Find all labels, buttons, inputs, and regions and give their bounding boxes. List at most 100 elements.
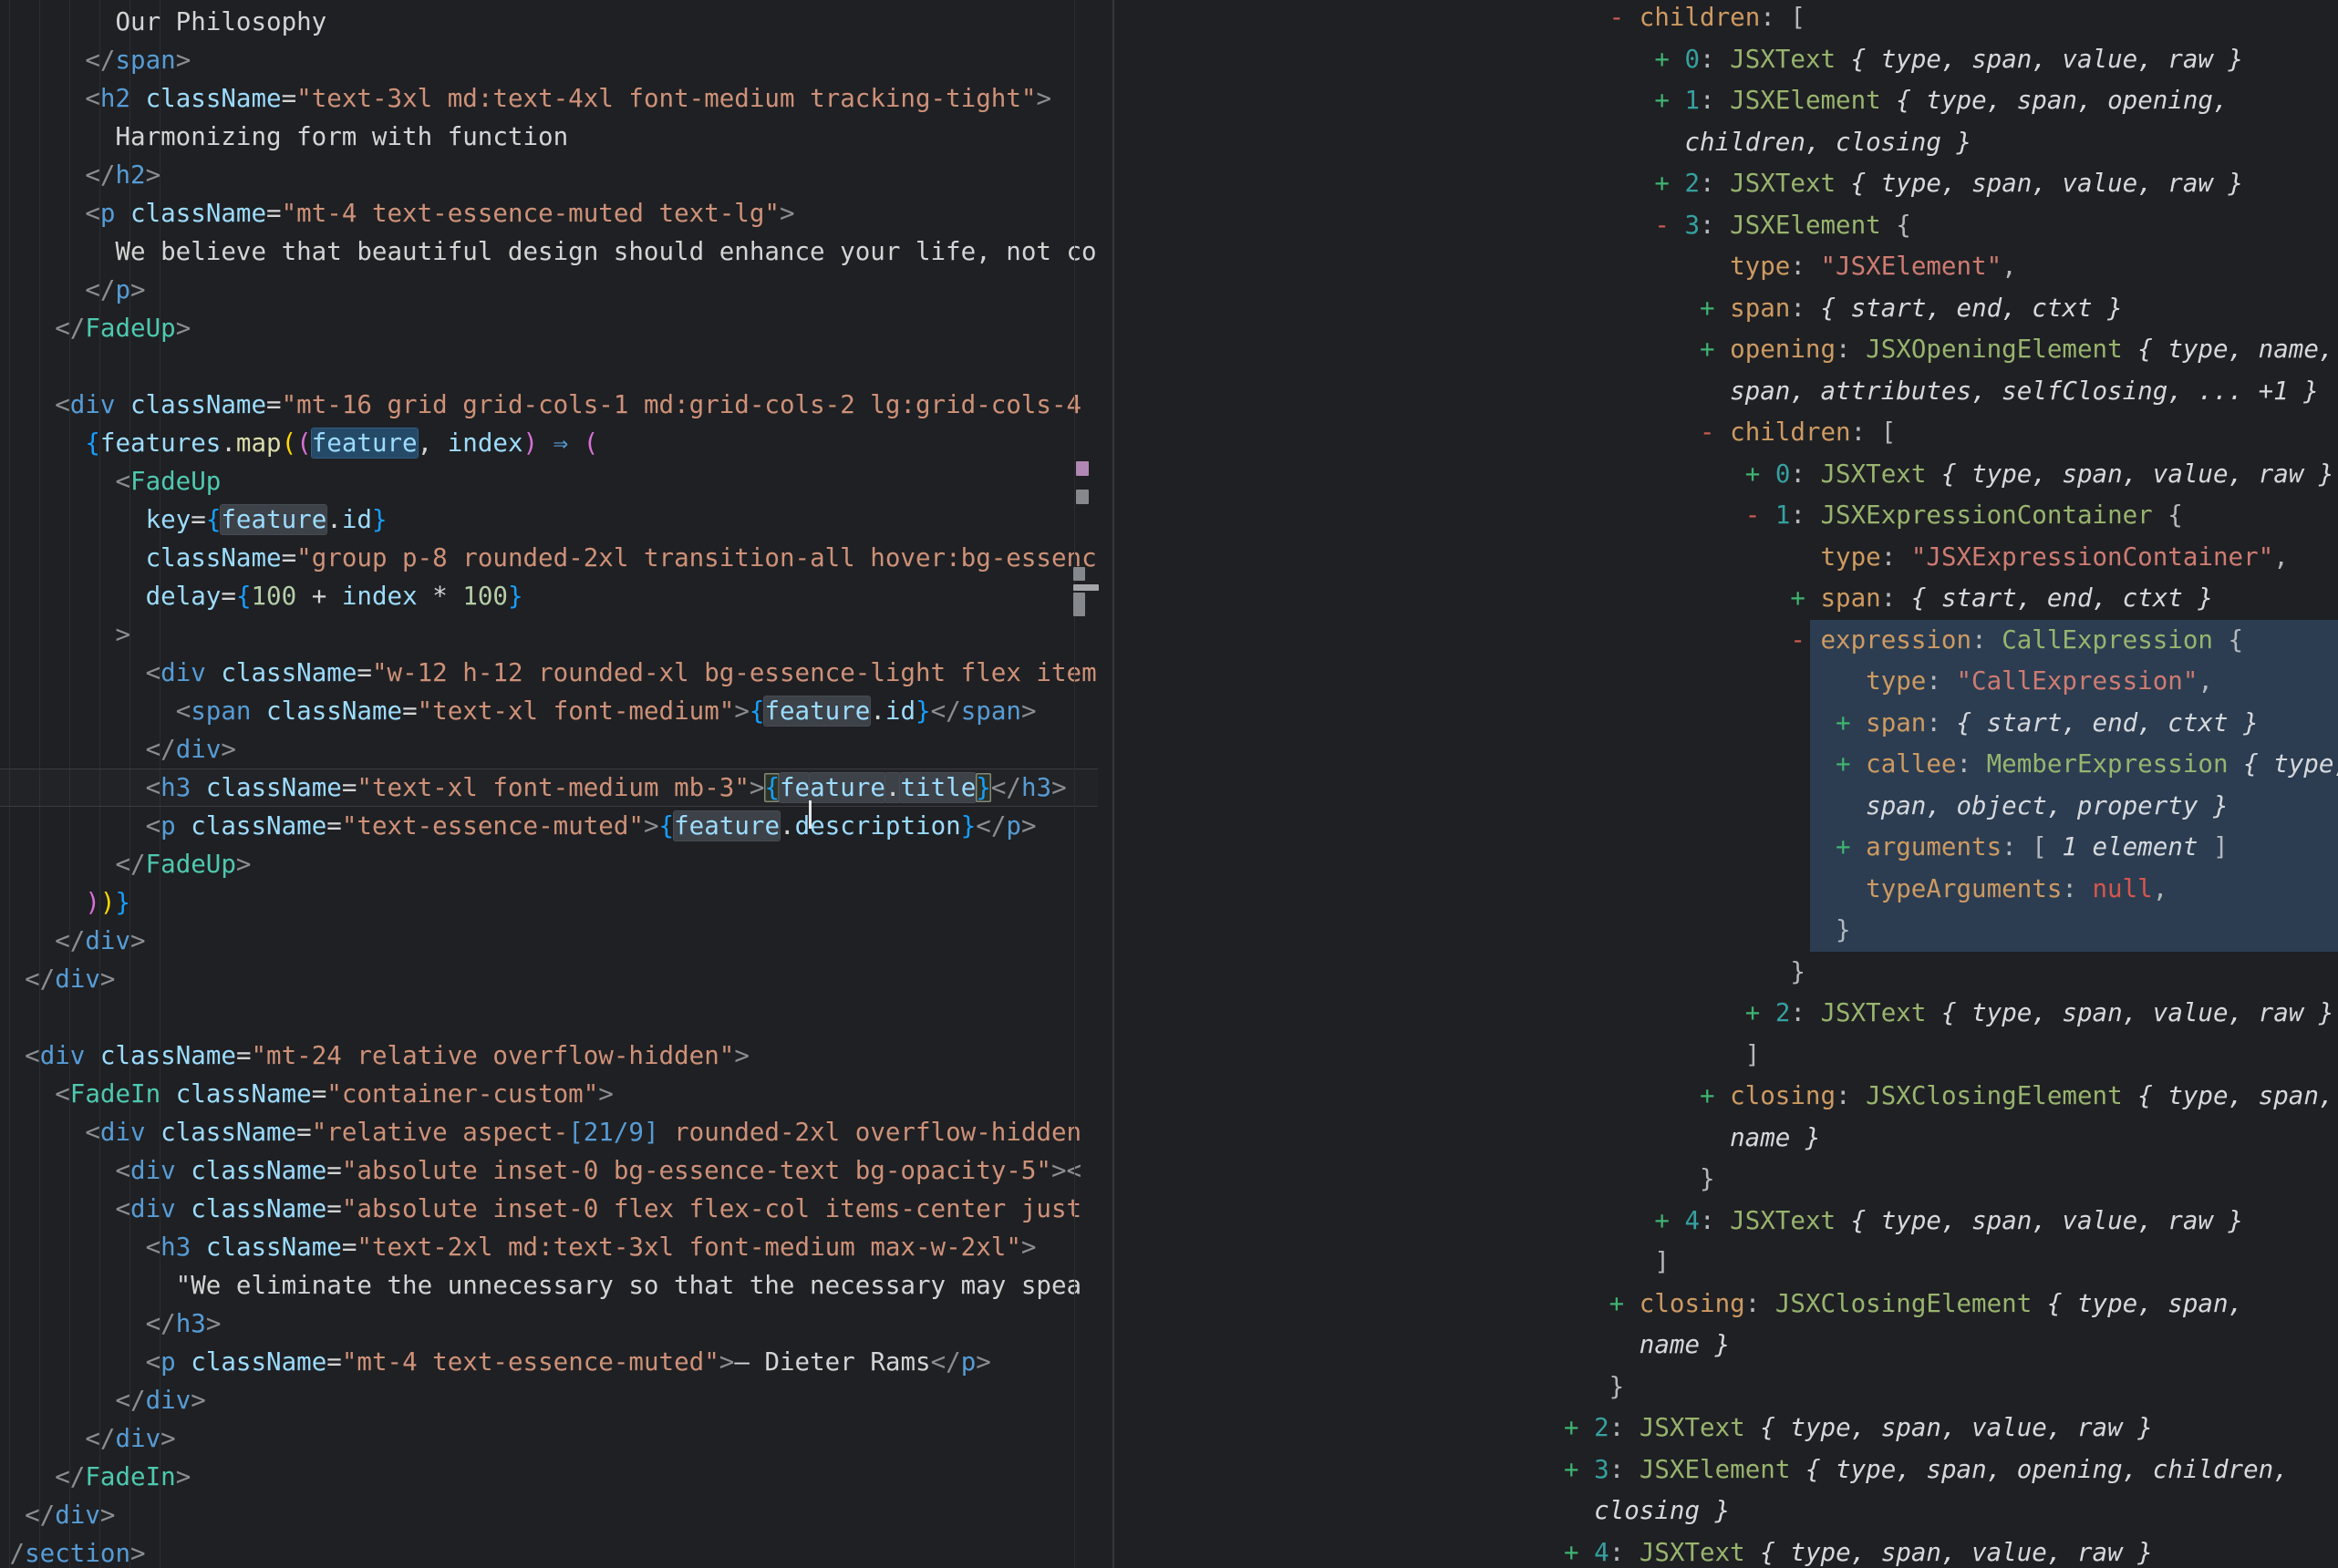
expand-toggle-icon[interactable]: + [1700, 335, 1715, 364]
ast-row[interactable]: - 1: JSXExpressionContainer { [1564, 495, 2338, 537]
code-line[interactable]: <div className="absolute inset-0 bg-esse… [0, 1151, 1098, 1190]
code-line[interactable]: </span> [0, 41, 1098, 79]
ast-row[interactable]: + opening: JSXOpeningElement { type, nam… [1564, 329, 2338, 371]
expand-toggle-icon[interactable]: + [1836, 749, 1851, 779]
collapse-toggle-icon[interactable]: - [1654, 211, 1670, 240]
code-line[interactable]: <h2 className="text-3xl md:text-4xl font… [0, 79, 1098, 118]
code-line[interactable]: </div> [0, 730, 1098, 769]
code-line[interactable]: <div className="mt-16 grid grid-cols-1 m… [0, 386, 1098, 424]
code-line[interactable]: </FadeUp> [0, 845, 1098, 883]
ast-row[interactable]: + closing: JSXClosingElement { type, spa… [1564, 1076, 2338, 1118]
ast-row[interactable]: - children: [ [1564, 412, 2338, 454]
code-line[interactable]: <p className="mt-4 text-essence-muted">—… [0, 1343, 1098, 1381]
ast-row[interactable]: typeArguments: null, [1564, 869, 2338, 911]
code-line-current[interactable]: <h3 className="text-xl font-medium mb-3"… [0, 769, 1098, 807]
code-line[interactable]: <div className="relative aspect-[21/9] r… [0, 1113, 1098, 1151]
code-line[interactable]: "We eliminate the unnecessary so that th… [0, 1266, 1098, 1305]
expand-toggle-icon[interactable]: + [1700, 1081, 1715, 1110]
code-line[interactable]: key={feature.id} [0, 500, 1098, 539]
code-line[interactable] [0, 347, 1098, 386]
code-line[interactable]: <p className="mt-4 text-essence-muted te… [0, 194, 1098, 232]
ast-row[interactable]: span, object, property } [1564, 786, 2338, 828]
code-line[interactable]: </div> [0, 922, 1098, 960]
code-line[interactable]: </h3> [0, 1305, 1098, 1343]
ast-row[interactable]: } [1564, 1159, 2338, 1201]
code-line[interactable]: </h2> [0, 156, 1098, 194]
ast-row[interactable]: } [1564, 952, 2338, 994]
ast-row[interactable]: - expression: CallExpression { [1564, 620, 2338, 662]
ast-row[interactable]: + 3: JSXElement { type, span, opening, c… [1564, 1449, 2338, 1491]
ast-row[interactable]: type: "CallExpression", [1564, 661, 2338, 703]
ast-row[interactable]: ] [1564, 1242, 2338, 1284]
ast-row[interactable]: + 2: JSXText { type, span, value, raw } [1564, 1408, 2338, 1449]
ast-row[interactable]: - children: [ [1564, 0, 2338, 39]
code-line[interactable]: <div className="absolute inset-0 flex fl… [0, 1190, 1098, 1228]
collapse-toggle-icon[interactable]: - [1745, 500, 1761, 530]
ast-row[interactable]: span, attributes, selfClosing, ... +1 } [1564, 371, 2338, 413]
collapse-toggle-icon[interactable]: - [1790, 625, 1805, 655]
ast-row[interactable]: + span: { start, end, ctxt } [1564, 703, 2338, 745]
code-line[interactable]: <div className="mt-24 relative overflow-… [0, 1037, 1098, 1075]
code-line[interactable]: delay={100 + index * 100} [0, 577, 1098, 615]
ast-row[interactable]: + closing: JSXClosingElement { type, spa… [1564, 1284, 2338, 1326]
code-line[interactable]: Our Philosophy [0, 3, 1098, 41]
ast-row[interactable]: + 0: JSXText { type, span, value, raw } [1564, 454, 2338, 496]
code-line[interactable]: </div> [0, 960, 1098, 998]
ast-row[interactable]: + 2: JSXText { type, span, value, raw } [1564, 993, 2338, 1035]
ast-row[interactable]: + arguments: [ 1 element ] [1564, 827, 2338, 869]
ast-row[interactable]: + 2: JSXText { type, span, value, raw } [1564, 163, 2338, 205]
ast-row[interactable]: + 0: JSXText { type, span, value, raw } [1564, 39, 2338, 81]
expand-toggle-icon[interactable]: + [1836, 832, 1851, 861]
code-line[interactable]: {features.map((feature, index) ⇒ ( [0, 424, 1098, 462]
ast-row[interactable]: - 3: JSXElement { [1564, 205, 2338, 247]
expand-toggle-icon[interactable]: + [1654, 86, 1670, 115]
expand-toggle-icon[interactable]: + [1654, 169, 1670, 198]
expand-toggle-icon[interactable]: + [1745, 998, 1761, 1027]
collapse-toggle-icon[interactable]: - [1609, 3, 1625, 32]
ast-row[interactable]: type: "JSXElement", [1564, 246, 2338, 288]
expand-toggle-icon[interactable]: + [1700, 294, 1715, 323]
code-line[interactable]: </FadeIn> [0, 1458, 1098, 1496]
code-line[interactable]: </p> [0, 271, 1098, 309]
expand-toggle-icon[interactable]: + [1564, 1413, 1579, 1442]
expand-toggle-icon[interactable]: + [1745, 459, 1761, 489]
ast-row[interactable]: + callee: MemberExpression { type, [1564, 744, 2338, 786]
code-line[interactable]: ))} [0, 883, 1098, 922]
code-line[interactable]: </FadeUp> [0, 309, 1098, 347]
expand-toggle-icon[interactable]: + [1564, 1538, 1579, 1567]
code-line[interactable]: /section> [0, 1534, 1098, 1568]
ast-tree-pane[interactable]: - children: [ + 0: JSXText { type, span,… [1116, 0, 2338, 1568]
ast-row[interactable]: ] [1564, 1035, 2338, 1077]
code-editor-pane[interactable]: Our Philosophy </span> <h2 className="te… [0, 0, 1098, 1568]
code-line[interactable]: <h3 className="text-2xl md:text-3xl font… [0, 1228, 1098, 1266]
expand-toggle-icon[interactable]: + [1654, 1206, 1670, 1235]
ast-row[interactable]: + span: { start, end, ctxt } [1564, 578, 2338, 620]
ast-row[interactable]: + 4: JSXText { type, span, value, raw } [1564, 1201, 2338, 1243]
ast-row[interactable]: + 4: JSXText { type, span, value, raw } [1564, 1532, 2338, 1568]
code-line[interactable]: <div className="w-12 h-12 rounded-xl bg-… [0, 654, 1098, 692]
code-line[interactable]: </div> [0, 1381, 1098, 1419]
expand-toggle-icon[interactable]: + [1654, 45, 1670, 74]
panel-divider-sash[interactable] [1112, 0, 1114, 1568]
code-line[interactable]: We believe that beautiful design should … [0, 232, 1098, 271]
code-line[interactable]: </div> [0, 1419, 1098, 1458]
code-line[interactable]: <p className="text-essence-muted">{featu… [0, 807, 1098, 845]
ast-row[interactable]: name } [1564, 1325, 2338, 1367]
expand-toggle-icon[interactable]: + [1790, 583, 1805, 613]
code-line[interactable] [0, 998, 1098, 1037]
ast-row[interactable]: } [1564, 1367, 2338, 1408]
ast-row[interactable]: } [1564, 910, 2338, 952]
code-line[interactable]: <FadeIn className="container-custom"> [0, 1075, 1098, 1113]
ast-row[interactable]: + 1: JSXElement { type, span, opening, [1564, 80, 2338, 122]
code-line[interactable]: Harmonizing form with function [0, 118, 1098, 156]
collapse-toggle-icon[interactable]: - [1700, 418, 1715, 447]
code-line[interactable]: <span className="text-xl font-medium">{f… [0, 692, 1098, 730]
ast-row[interactable]: type: "JSXExpressionContainer", [1564, 537, 2338, 579]
ast-row[interactable]: name } [1564, 1118, 2338, 1160]
code-line[interactable]: </div> [0, 1496, 1098, 1534]
ast-row[interactable]: + span: { start, end, ctxt } [1564, 288, 2338, 330]
ast-row[interactable]: closing } [1564, 1491, 2338, 1532]
code-line[interactable]: <FadeUp [0, 462, 1098, 500]
expand-toggle-icon[interactable]: + [1836, 708, 1851, 738]
ast-row[interactable]: children, closing } [1564, 122, 2338, 164]
